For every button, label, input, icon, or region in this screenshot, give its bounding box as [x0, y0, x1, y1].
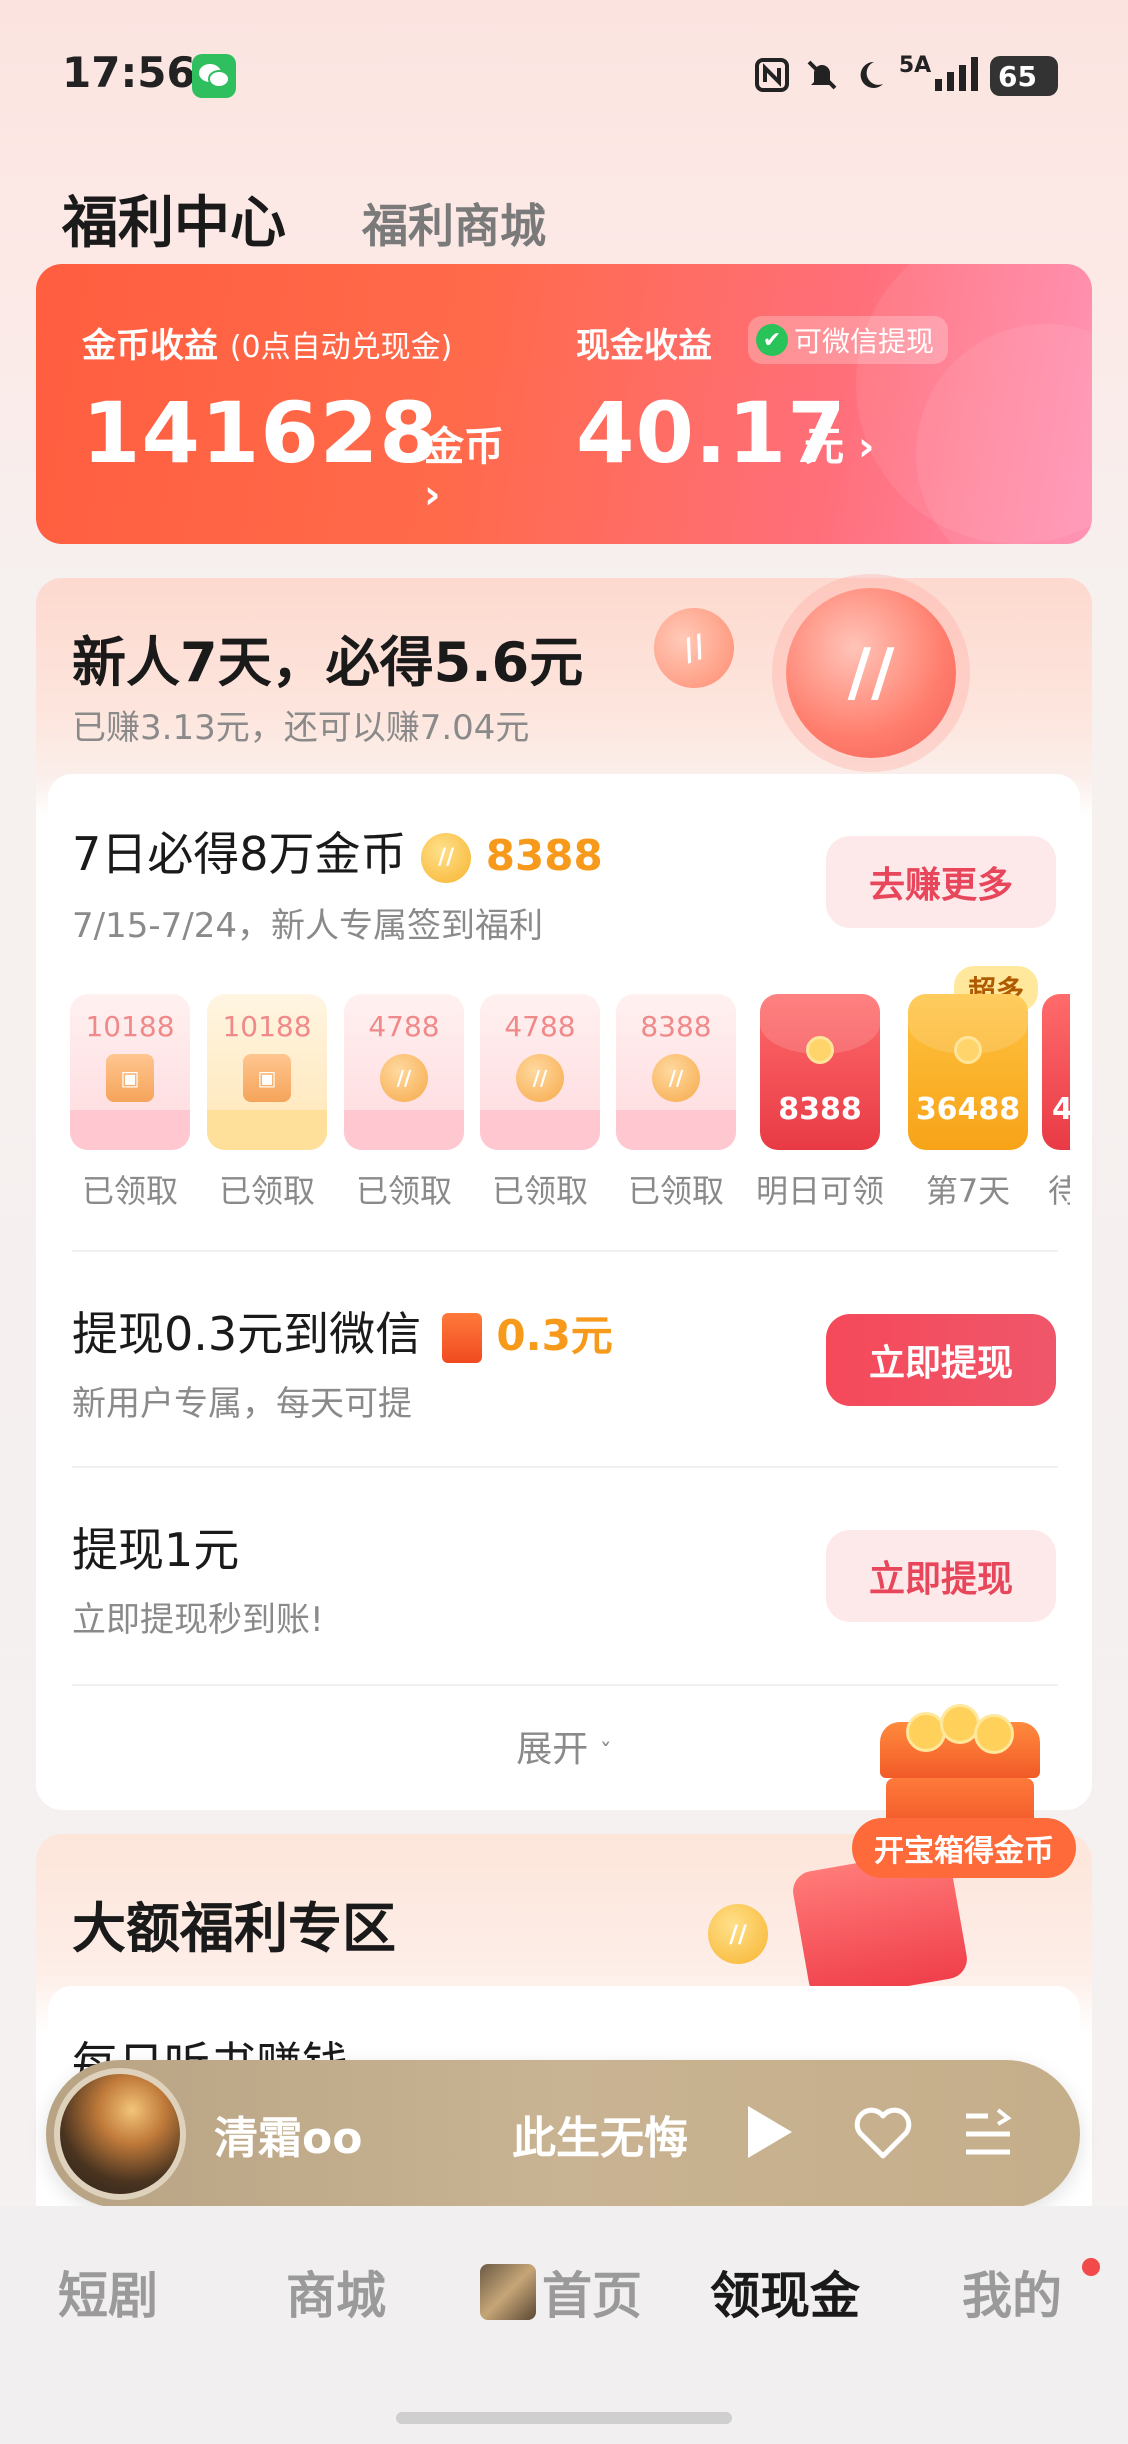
divider	[72, 1466, 1058, 1468]
status-bar: 17:56 5A 65	[0, 0, 1128, 150]
newbie-title: 新人7天，必得5.6元	[72, 631, 584, 694]
coin-earnings-link[interactable]: 141628 金币 ›	[82, 264, 532, 544]
coin-unit: 金币 ›	[424, 424, 504, 518]
coin-icon: //	[516, 1054, 564, 1102]
day-tile-8[interactable]: 4	[1042, 994, 1070, 1150]
newbie-subtitle: 已赚3.13元，还可以赚7.04元	[72, 708, 530, 748]
day-label: 已领取	[627, 1172, 724, 1210]
red-envelope-icon	[441, 1312, 482, 1363]
moon-icon	[850, 55, 890, 95]
chevron-right-icon: ›	[857, 424, 875, 470]
day-amount: 10188	[222, 1010, 312, 1043]
coin-icon: //	[652, 1054, 700, 1102]
day-amount: 10188	[85, 1010, 175, 1043]
book-cover-avatar[interactable]	[54, 2068, 186, 2200]
cash-earnings-link[interactable]: 40.17 元 ›	[576, 264, 996, 544]
nav-get-cash[interactable]: 领现金	[710, 2256, 860, 2328]
day-label: 第7天	[925, 1172, 1011, 1210]
day-label: 已领取	[218, 1172, 315, 1210]
home-indicator[interactable]	[396, 2412, 732, 2424]
day-amount: 8388	[640, 1010, 712, 1043]
checkin-reward: 8388	[485, 831, 603, 880]
home-thumbnail-icon[interactable]	[480, 2264, 536, 2320]
day-tile-7[interactable]: 36488	[908, 994, 1028, 1150]
tile-band	[480, 1110, 600, 1150]
day-tile-4[interactable]: 4788 //	[480, 994, 600, 1150]
withdraw-1yuan-button[interactable]: 立即提现	[826, 1530, 1056, 1622]
chevron-right-icon: ›	[424, 472, 441, 518]
checkin-subtitle: 7/15-7/24，新人专属签到福利	[72, 906, 543, 946]
open-chest-button[interactable]: 开宝箱得金币	[852, 1818, 1076, 1878]
day-amount: 4788	[504, 1010, 576, 1043]
notification-dot	[1082, 2258, 1100, 2276]
nav-shop[interactable]: 商城	[286, 2256, 386, 2328]
day-amount: 8388	[778, 1092, 862, 1127]
battery-icon: 65	[990, 56, 1058, 96]
day-amount: 4788	[368, 1010, 440, 1043]
withdraw-now-button[interactable]: 立即提现	[826, 1314, 1056, 1406]
earnings-card: 金币收益 (0点自动兑现金) 现金收益 ✔ 可微信提现 141628 金币 › …	[36, 264, 1092, 544]
day-label: 待	[1048, 1172, 1070, 1210]
withdraw-1yuan-subtitle: 立即提现秒到账!	[72, 1600, 324, 1640]
player-book-title: 此生无悔	[512, 2113, 688, 2164]
tab-welfare-shop[interactable]: 福利商城	[362, 190, 546, 256]
nav-short-drama[interactable]: 短剧	[58, 2256, 158, 2328]
day-label: 已领取	[491, 1172, 588, 1210]
day-amount: 36488	[915, 1092, 1021, 1127]
day-tile-6[interactable]: 8388	[760, 994, 880, 1150]
day-label: 明日可领	[755, 1172, 884, 1210]
tile-band	[616, 1110, 736, 1150]
nfc-icon	[752, 55, 792, 95]
envelope-seal-icon	[954, 1036, 982, 1064]
day-amount: 4	[1052, 1092, 1070, 1127]
checkin-title: 7日必得8万金币 // 8388	[72, 827, 603, 883]
day-tile-1[interactable]: 10188 ▣	[70, 994, 190, 1150]
withdraw-small-subtitle: 新用户专属，每天可提	[72, 1384, 412, 1424]
player-author: 清霜oo	[214, 2113, 363, 2164]
battery-level: 65	[998, 59, 1037, 93]
withdraw-small-title: 提现0.3元到微信 0.3元	[72, 1307, 613, 1363]
play-icon[interactable]	[748, 2106, 792, 2158]
big-welfare-title: 大额福利专区	[72, 1897, 396, 1960]
tile-band	[70, 1110, 190, 1150]
mute-icon	[802, 55, 842, 95]
gift-icon: ▣	[243, 1054, 291, 1102]
status-time: 17:56	[62, 48, 196, 97]
chevron-down-icon: ˇ	[599, 1739, 612, 1767]
tile-band	[344, 1110, 464, 1150]
withdraw-1yuan-title: 提现1元	[72, 1523, 240, 1577]
gold-coin-icon: //	[421, 832, 472, 883]
day-tile-3[interactable]: 4788 //	[344, 994, 464, 1150]
withdraw-small-reward: 0.3元	[496, 1311, 613, 1360]
divider	[72, 1250, 1058, 1252]
signal-icon: 5A	[898, 53, 988, 95]
day-label: 已领取	[81, 1172, 178, 1210]
coin-decor-icon: //	[708, 1904, 768, 1964]
coin-earnings-value: 141628	[82, 384, 439, 482]
network-label: 5A	[898, 53, 932, 78]
day-label: 已领取	[355, 1172, 452, 1210]
day-tile-2[interactable]: 10188 ▣	[207, 994, 327, 1150]
page-title[interactable]: 福利中心	[62, 178, 286, 259]
nav-home[interactable]: 首页	[542, 2256, 642, 2328]
checkin-days: 10188 ▣ 已领取 10188 ▣ 已领取 4788 // 已领取 4788…	[70, 994, 1070, 1214]
coin-decor-icon: //	[786, 588, 956, 758]
wechat-notification-icon	[192, 54, 236, 98]
earn-more-button[interactable]: 去赚更多	[826, 836, 1056, 928]
playlist-icon[interactable]	[958, 2104, 1018, 2164]
divider	[72, 1684, 1058, 1686]
envelope-seal-icon	[806, 1036, 834, 1064]
nav-mine[interactable]: 我的	[962, 2256, 1062, 2328]
tile-band	[207, 1110, 327, 1150]
heart-icon[interactable]	[850, 2100, 916, 2166]
cash-unit: 元 ›	[804, 424, 875, 470]
day-tile-5[interactable]: 8388 //	[616, 994, 736, 1150]
coin-icon: //	[380, 1054, 428, 1102]
gift-icon: ▣	[106, 1054, 154, 1102]
